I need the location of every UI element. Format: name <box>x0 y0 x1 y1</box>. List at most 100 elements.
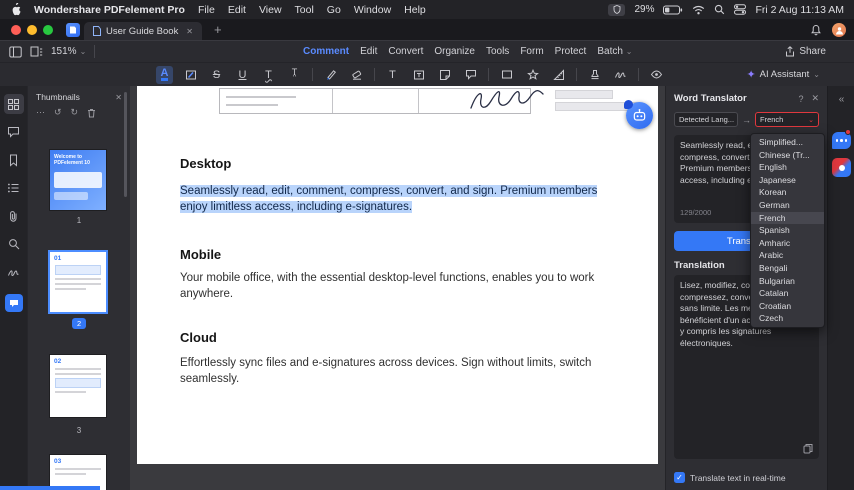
bookmarks-panel-icon[interactable] <box>4 150 24 170</box>
apple-menu[interactable] <box>10 3 21 16</box>
translator-close-icon[interactable]: ✕ <box>811 93 819 104</box>
pdf-page[interactable]: Desktop Seamlessly read, edit, comment, … <box>137 86 658 464</box>
language-option[interactable]: Arabic <box>751 249 824 262</box>
promo-widget-icon[interactable] <box>832 158 851 177</box>
delete-page-icon[interactable] <box>87 108 96 118</box>
language-option[interactable]: Simplified... <box>751 136 824 149</box>
page-thumbnail-3[interactable]: 02 <box>50 355 106 417</box>
realtime-translate-option[interactable]: ✓ Translate text in real-time <box>674 472 786 483</box>
rotate-right-icon[interactable]: ↻ <box>71 107 79 118</box>
document-tab[interactable]: User Guide Book ✕ <box>84 22 202 40</box>
tab-form[interactable]: Form <box>520 46 543 57</box>
underline-tool-button[interactable]: U <box>234 66 251 84</box>
shield-icon[interactable] <box>608 3 626 16</box>
measure-tool-button[interactable] <box>550 66 567 84</box>
sticky-note-tool-button[interactable] <box>436 66 453 84</box>
thumbnails-close-icon[interactable]: ✕ <box>115 93 122 102</box>
share-button[interactable]: Share <box>785 46 826 57</box>
realtime-checkbox[interactable]: ✓ <box>674 472 685 483</box>
tab-convert[interactable]: Convert <box>388 46 423 57</box>
highlight-tool-button[interactable]: A <box>156 65 173 84</box>
translator-help-icon[interactable]: ? <box>798 94 803 104</box>
document-view-area[interactable]: Desktop Seamlessly read, edit, comment, … <box>130 86 665 490</box>
ai-robot-floating-button[interactable] <box>624 100 653 129</box>
menu-window[interactable]: Window <box>354 4 391 16</box>
source-language-select[interactable]: Detected Lang... ⌄ <box>674 112 738 127</box>
ai-chat-panel-icon[interactable] <box>4 294 23 312</box>
menu-go[interactable]: Go <box>327 4 341 16</box>
language-option[interactable]: Spanish <box>751 224 824 237</box>
language-option[interactable]: Amharic <box>751 237 824 250</box>
pen-tool-button[interactable] <box>322 66 339 84</box>
tab-edit[interactable]: Edit <box>360 46 377 57</box>
tab-close-icon[interactable]: ✕ <box>186 27 193 36</box>
tab-protect[interactable]: Protect <box>555 46 587 57</box>
target-language-select[interactable]: French ⌄ <box>755 112 819 127</box>
menu-help[interactable]: Help <box>404 4 426 16</box>
outline-panel-icon[interactable] <box>4 178 24 198</box>
selected-text[interactable]: Seamlessly read, edit, comment, compress… <box>180 185 598 213</box>
language-option-selected[interactable]: French <box>751 211 824 225</box>
battery-icon[interactable] <box>663 5 683 15</box>
notifications-bell-icon[interactable] <box>810 24 822 37</box>
menu-file[interactable]: File <box>198 4 215 16</box>
thumbnails-more-icon[interactable]: ⋯ <box>36 107 45 118</box>
strikethrough-tool-button[interactable]: S <box>208 66 225 84</box>
wifi-icon[interactable] <box>692 5 705 15</box>
language-option[interactable]: Bengali <box>751 262 824 275</box>
window-close-button[interactable] <box>11 25 21 35</box>
tab-comment[interactable]: Comment <box>303 46 349 57</box>
stamp-tool-button[interactable] <box>586 66 603 84</box>
page-thumbnail-4[interactable]: 03 <box>50 455 106 490</box>
tab-batch[interactable]: Batch ⌄ <box>597 46 632 57</box>
page-view-icon[interactable] <box>30 46 43 58</box>
language-option[interactable]: Catalan <box>751 287 824 300</box>
page-thumbnail-1[interactable]: Welcome to PDFelement 10 <box>50 150 106 210</box>
section-body-mobile[interactable]: Your mobile office, with the essential d… <box>180 270 612 302</box>
thumbnails-scrollbar[interactable] <box>124 92 127 197</box>
text-comment-tool-button[interactable]: T <box>384 66 401 84</box>
sidebar-toggle-icon[interactable] <box>9 46 22 58</box>
star-tool-button[interactable] <box>524 66 541 84</box>
window-minimize-button[interactable] <box>27 25 37 35</box>
shape-tool-button[interactable] <box>498 66 515 84</box>
section-body-cloud[interactable]: Effortlessly sync files and e-signatures… <box>180 355 612 387</box>
user-avatar[interactable] <box>832 23 846 37</box>
eraser-tool-button[interactable] <box>348 66 365 84</box>
language-option[interactable]: Bulgarian <box>751 275 824 288</box>
zoom-level-control[interactable]: 151% ⌄ <box>51 46 86 57</box>
squiggly-tool-button[interactable]: T <box>260 66 277 84</box>
signature-tool-button[interactable] <box>612 66 629 84</box>
attachments-panel-icon[interactable] <box>4 206 24 226</box>
spotlight-search-icon[interactable] <box>714 4 725 15</box>
menu-tool[interactable]: Tool <box>295 4 314 16</box>
language-option[interactable]: Czech <box>751 312 824 325</box>
language-option[interactable]: Chinese (Tr... <box>751 149 824 162</box>
section-body-desktop[interactable]: Seamlessly read, edit, comment, compress… <box>180 183 612 215</box>
language-option[interactable]: English <box>751 161 824 174</box>
text-box-tool-button[interactable] <box>410 66 427 84</box>
insert-text-tool-button[interactable]: T ^ <box>286 66 303 84</box>
collapse-panel-icon[interactable]: « <box>828 94 854 105</box>
language-option[interactable]: German <box>751 199 824 212</box>
menu-bar-clock[interactable]: Fri 2 Aug 11:13 AM <box>755 4 844 16</box>
callout-tool-button[interactable] <box>462 66 479 84</box>
tab-tools[interactable]: Tools <box>486 46 509 57</box>
language-option[interactable]: Croatian <box>751 300 824 313</box>
app-name-menu[interactable]: Wondershare PDFelement Pro <box>34 4 185 16</box>
signature-panel-icon[interactable] <box>4 262 24 282</box>
menu-view[interactable]: View <box>259 4 282 16</box>
menu-edit[interactable]: Edit <box>228 4 246 16</box>
comments-panel-icon[interactable] <box>4 122 24 142</box>
page-thumbnail-2[interactable]: 01 <box>50 252 106 312</box>
rotate-left-icon[interactable]: ↺ <box>54 107 62 118</box>
tab-organize[interactable]: Organize <box>434 46 475 57</box>
window-zoom-button[interactable] <box>43 25 53 35</box>
area-highlight-tool-button[interactable] <box>182 66 199 84</box>
show-annotations-tool-button[interactable] <box>648 66 665 84</box>
thumbnails-panel-icon[interactable] <box>3 94 24 114</box>
control-center-icon[interactable] <box>734 4 747 15</box>
new-tab-button[interactable]: + <box>214 22 222 37</box>
language-option[interactable]: Korean <box>751 186 824 199</box>
ai-assistant-button[interactable]: ✦ AI Assistant ⌄ <box>746 68 820 81</box>
